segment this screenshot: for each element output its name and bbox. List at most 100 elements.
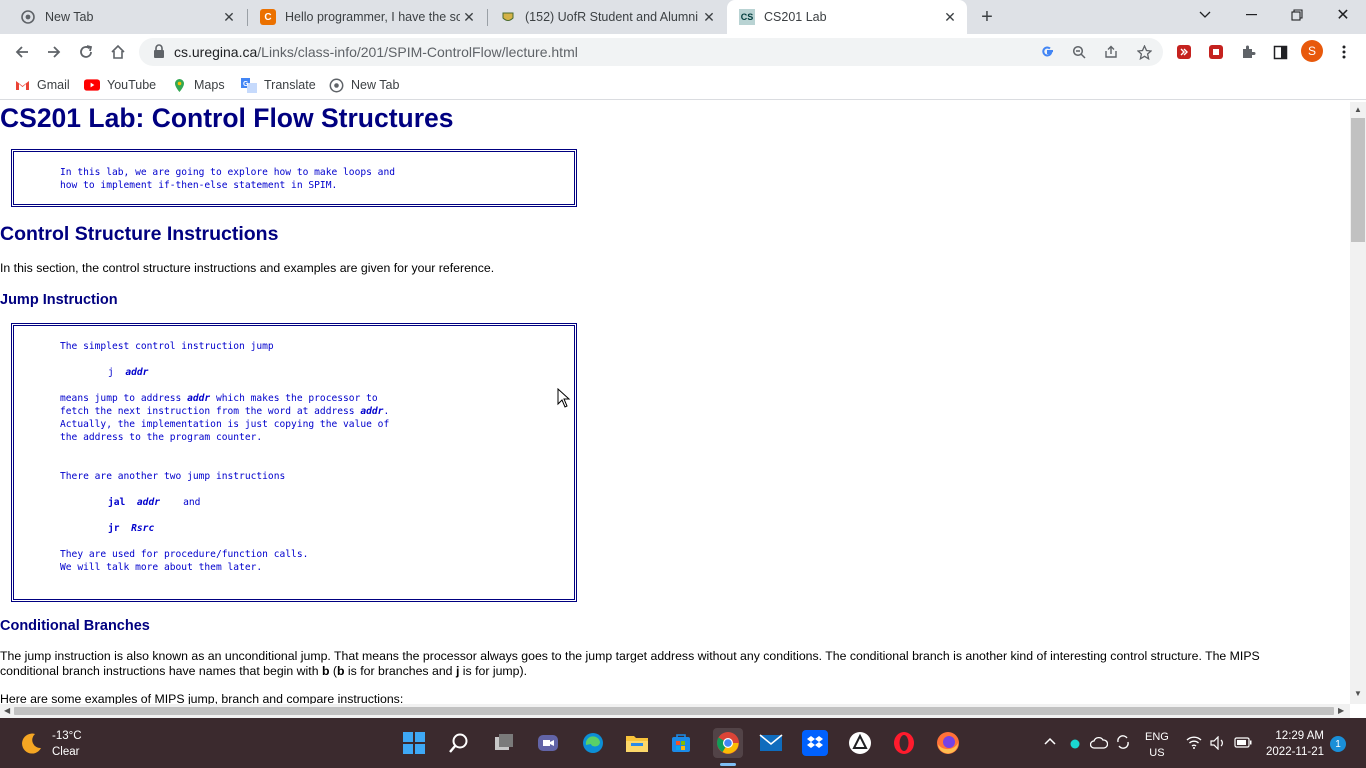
maps-icon xyxy=(171,78,187,92)
firefox-icon[interactable] xyxy=(935,730,961,756)
chrome-icon xyxy=(20,9,36,25)
teams-chat-icon[interactable] xyxy=(535,730,561,756)
para-text: conditional branch instructions have nam… xyxy=(0,664,322,678)
code-op: j xyxy=(108,367,114,378)
volume-icon[interactable] xyxy=(1210,735,1226,753)
tab-chegg[interactable]: C Hello programmer, I have the sol ✕ xyxy=(248,0,486,34)
bookmark-maps[interactable]: Maps xyxy=(171,76,225,94)
vertical-scroll-thumb[interactable] xyxy=(1351,118,1365,242)
bookmark-label: Maps xyxy=(194,78,225,92)
weather-condition: Clear xyxy=(52,746,80,758)
close-tab-icon[interactable]: ✕ xyxy=(460,8,478,26)
tab-uofr[interactable]: (152) UofR Student and Alumni W ✕ xyxy=(488,0,726,34)
file-explorer-icon[interactable] xyxy=(624,730,650,756)
horizontal-scroll-thumb[interactable] xyxy=(14,707,1334,715)
code-line: Actually, the implementation is just cop… xyxy=(60,419,390,430)
para-text: is for jump). xyxy=(459,664,528,678)
windows-taskbar: -13°C Clear ENG US 12:29 AM 2022-11-21 1 xyxy=(0,718,1366,768)
code-line: jal addr and xyxy=(108,497,200,508)
jump-instruction-heading: Jump Instruction xyxy=(0,292,118,308)
tab-title: CS201 Lab xyxy=(764,10,827,24)
start-button[interactable] xyxy=(401,730,427,756)
extensions-puzzle-icon[interactable] xyxy=(1238,42,1258,62)
globe-icon xyxy=(328,78,344,92)
uregina-icon xyxy=(500,9,516,25)
code-op: jr xyxy=(108,523,120,534)
wifi-icon[interactable] xyxy=(1186,736,1202,752)
tab-title: New Tab xyxy=(45,10,94,24)
lock-icon[interactable] xyxy=(153,44,165,58)
scroll-down-arrow[interactable]: ▼ xyxy=(1354,689,1362,698)
close-window-button[interactable]: ✕ xyxy=(1320,0,1366,30)
tab-new-tab[interactable]: New Tab ✕ xyxy=(8,0,246,34)
restore-button[interactable] xyxy=(1274,0,1320,30)
code-arg: addr xyxy=(360,406,384,417)
status-dot-icon[interactable] xyxy=(1070,738,1080,752)
search-icon[interactable] xyxy=(446,730,472,756)
back-button[interactable] xyxy=(10,40,34,64)
chrome-menu-icon[interactable] xyxy=(1334,42,1354,62)
page-title: CS201 Lab: Control Flow Structures xyxy=(0,103,454,133)
url-text[interactable]: cs.uregina.ca/Links/class-info/201/SPIM-… xyxy=(174,44,578,60)
share-icon[interactable] xyxy=(1101,42,1121,62)
clock[interactable]: 12:29 AM 2022-11-21 xyxy=(1266,728,1324,760)
code-line: We will talk more about them later. xyxy=(60,562,263,573)
task-view-icon[interactable] xyxy=(491,730,517,756)
notification-badge[interactable]: 1 xyxy=(1330,736,1346,752)
bookmark-gmail[interactable]: Gmail xyxy=(14,76,70,94)
close-tab-icon[interactable]: ✕ xyxy=(700,8,718,26)
bookmark-new-tab[interactable]: New Tab xyxy=(328,76,399,94)
scroll-up-arrow[interactable]: ▲ xyxy=(1354,105,1362,114)
tab-cs201-lab[interactable]: CS CS201 Lab ✕ xyxy=(727,0,967,34)
tab-search-button[interactable] xyxy=(1182,0,1228,30)
chrome-taskbar-icon[interactable] xyxy=(713,728,743,758)
profile-avatar[interactable]: S xyxy=(1301,40,1323,62)
close-tab-icon[interactable]: ✕ xyxy=(941,8,959,26)
bookmark-label: New Tab xyxy=(351,78,400,92)
show-hidden-icons[interactable] xyxy=(1044,733,1056,748)
zoom-icon[interactable] xyxy=(1069,42,1089,62)
clock-time: 12:29 AM xyxy=(1275,730,1324,742)
opera-icon[interactable] xyxy=(891,730,917,756)
forward-button[interactable] xyxy=(42,40,66,64)
record-extension-icon[interactable] xyxy=(1206,42,1226,62)
code-arg: addr xyxy=(125,367,149,378)
scroll-left-arrow[interactable]: ◀ xyxy=(4,706,10,715)
tab-title: (152) UofR Student and Alumni W xyxy=(525,10,700,24)
para-text: ( xyxy=(329,664,337,678)
mail-icon[interactable] xyxy=(758,730,784,756)
code-arg: Rsrc xyxy=(131,523,155,534)
svg-text:G: G xyxy=(243,81,249,88)
reload-button[interactable] xyxy=(74,40,98,64)
microsoft-store-icon[interactable] xyxy=(668,730,694,756)
code-line: In this lab, we are going to explore how… xyxy=(60,167,396,178)
home-button[interactable] xyxy=(106,40,130,64)
address-bar[interactable]: cs.uregina.ca/Links/class-info/201/SPIM-… xyxy=(139,38,1163,66)
weather-temperature: -13°C xyxy=(52,730,82,742)
app-icon-white[interactable] xyxy=(847,730,873,756)
language-indicator[interactable]: ENG US xyxy=(1145,729,1169,761)
page-content: CS201 Lab: Control Flow Structures In th… xyxy=(0,102,1350,704)
edge-icon[interactable] xyxy=(580,730,606,756)
google-lens-icon[interactable] xyxy=(1038,42,1058,62)
youtube-icon xyxy=(84,78,100,92)
battery-icon[interactable] xyxy=(1234,737,1252,751)
extension-red-icon[interactable] xyxy=(1174,42,1194,62)
minimize-button[interactable] xyxy=(1228,0,1274,30)
close-tab-icon[interactable]: ✕ xyxy=(220,8,238,26)
cloud-sync-icon[interactable] xyxy=(1089,736,1109,753)
dropbox-icon[interactable] xyxy=(802,730,828,756)
bookmark-star-icon[interactable] xyxy=(1134,42,1154,62)
code-line: They are used for procedure/function cal… xyxy=(60,549,309,560)
new-tab-button[interactable]: + xyxy=(976,6,998,28)
code-text: which makes the processor to xyxy=(210,393,378,404)
side-panel-icon[interactable] xyxy=(1270,42,1290,62)
section-intro: In this section, the control structure i… xyxy=(0,261,495,275)
code-line: The simplest control instruction jump xyxy=(60,341,274,352)
bookmark-translate[interactable]: G Translate xyxy=(241,76,316,94)
network-sync-icon[interactable] xyxy=(1115,734,1131,753)
section-heading: Control Structure Instructions xyxy=(0,223,279,245)
bookmark-youtube[interactable]: YouTube xyxy=(84,76,156,94)
scroll-right-arrow[interactable]: ▶ xyxy=(1338,706,1344,715)
moon-icon xyxy=(22,733,41,754)
